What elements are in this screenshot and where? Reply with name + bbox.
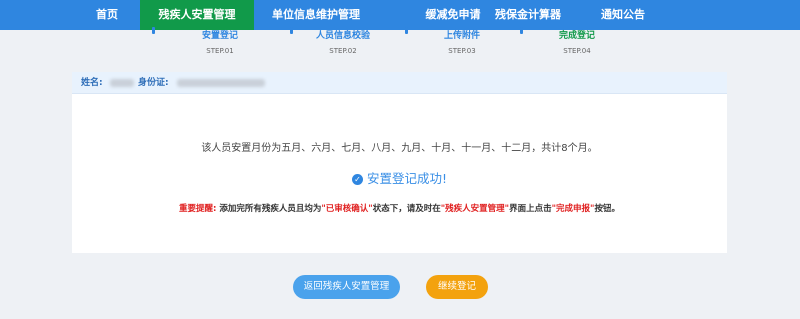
- redacted-name: [110, 79, 134, 87]
- success-text: 安置登记成功!: [366, 171, 447, 186]
- step-3: 上传附件 STEP.03: [407, 30, 517, 56]
- notice-text: 添加完所有残疾人员且均为: [219, 204, 322, 214]
- notice-prefix: 重要提醒:: [178, 204, 217, 214]
- notice-highlight: "已审核确认": [321, 204, 373, 214]
- continue-register-button[interactable]: 继续登记: [426, 275, 488, 299]
- redacted-id: [177, 79, 265, 87]
- nav-item-relief[interactable]: 缓减免申请: [418, 0, 488, 30]
- placement-months-text: 该人员安置月份为五月、六月、七月、八月、九月、十月、十一月、十二月，共计8个月。: [201, 143, 598, 154]
- step-title: 安置登记: [201, 31, 238, 41]
- notice-text: 按钮。: [594, 204, 620, 214]
- id-label: 身份证:: [138, 78, 169, 88]
- check-circle-icon: ✓: [351, 174, 363, 185]
- name-label: 姓名:: [81, 78, 103, 88]
- step-2: 人员信息校验 STEP.02: [288, 30, 398, 56]
- nav-item-calculator[interactable]: 残保金计算器: [493, 0, 563, 30]
- back-to-placement-button[interactable]: 返回残疾人安置管理: [293, 275, 400, 299]
- result-card: 姓名: 身份证: 该人员安置月份为五月、六月、七月、八月、九月、十月、十一月、十…: [72, 72, 727, 253]
- nav-item-unit-info[interactable]: 单位信息维护管理: [268, 0, 364, 30]
- notice-text: 界面上点击: [509, 204, 552, 214]
- step-number: STEP.01: [206, 47, 234, 55]
- nav-item-placement[interactable]: 残疾人安置管理: [140, 0, 254, 30]
- nav-item-home[interactable]: 首页: [88, 0, 126, 30]
- step-title: 上传附件: [443, 31, 480, 41]
- step-number: STEP.02: [329, 47, 357, 55]
- step-progress: 安置登记 STEP.01 人员信息校验 STEP.02 上传附件 STEP.03…: [0, 27, 800, 60]
- notice-highlight: "残疾人安置管理": [440, 204, 510, 214]
- nav-item-notices[interactable]: 通知公告: [594, 0, 652, 30]
- notice-text: 状态下，请及时在: [372, 204, 441, 214]
- step-4: 完成登记 STEP.04: [522, 30, 632, 56]
- step-number: STEP.03: [448, 47, 476, 55]
- top-nav: 首页 残疾人安置管理 单位信息维护管理 缓减免申请 残保金计算器 通知公告: [0, 0, 800, 30]
- notice-highlight: "完成申报": [551, 204, 595, 214]
- person-info-bar: 姓名: 身份证:: [72, 72, 727, 94]
- important-notice: 重要提醒: 添加完所有残疾人员且均为"已审核确认"状态下，请及时在"残疾人安置管…: [72, 202, 727, 214]
- step-title: 完成登记: [558, 31, 595, 41]
- step-title: 人员信息校验: [315, 31, 370, 41]
- step-tick: [152, 27, 155, 34]
- step-1: 安置登记 STEP.01: [165, 30, 275, 56]
- success-message: ✓ 安置登记成功!: [72, 168, 727, 187]
- step-number: STEP.04: [563, 47, 591, 55]
